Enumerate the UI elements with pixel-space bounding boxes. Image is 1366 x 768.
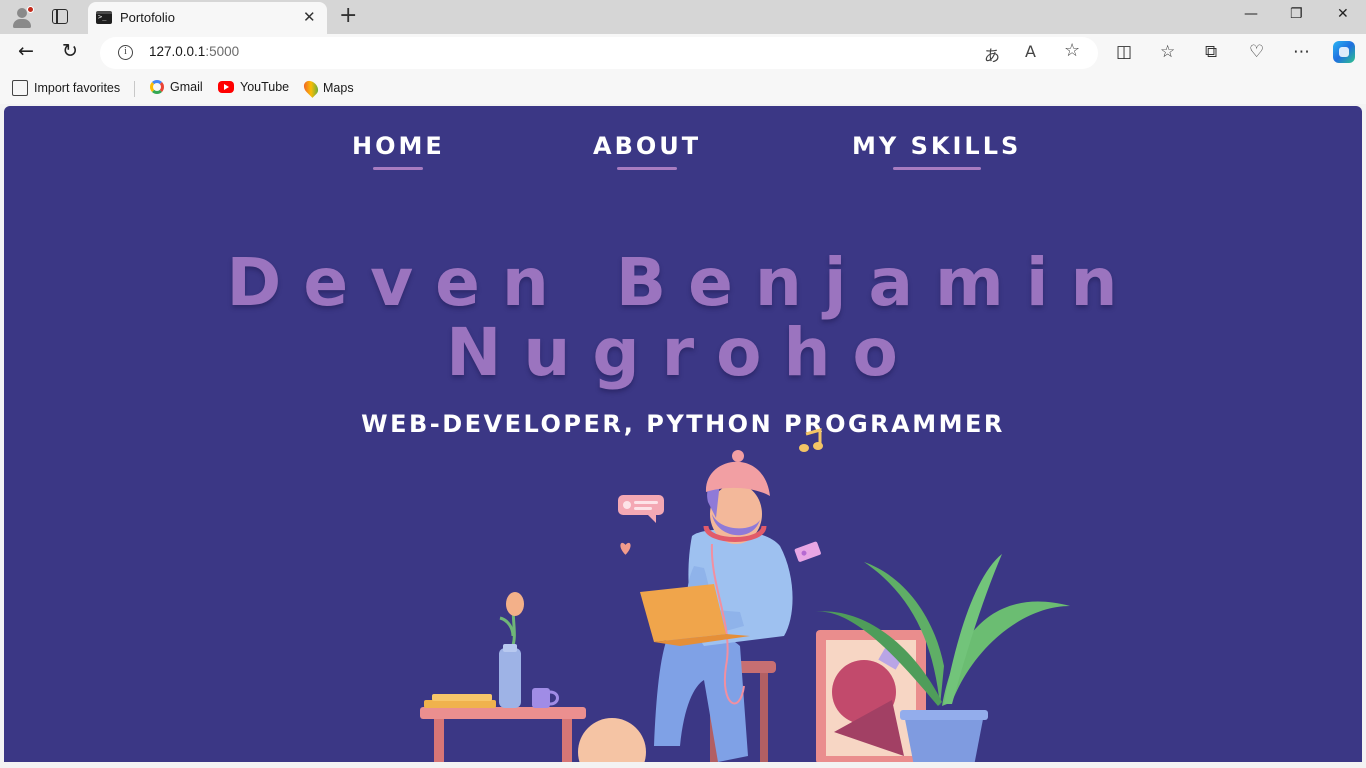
- ticket-icon: [794, 541, 821, 562]
- tab-actions-icon[interactable]: [52, 9, 68, 24]
- site-info-icon[interactable]: i: [118, 45, 133, 60]
- import-icon: [12, 80, 28, 96]
- favorite-gmail[interactable]: Gmail: [150, 80, 203, 94]
- developer-illustration: [420, 428, 1070, 762]
- favorites-divider: [134, 81, 135, 97]
- new-tab-icon[interactable]: +: [339, 3, 357, 28]
- favorites-icon[interactable]: ☆: [1160, 42, 1175, 62]
- google-icon: [150, 80, 164, 94]
- browser-essentials-icon[interactable]: ♡: [1249, 42, 1264, 62]
- maps-icon: [301, 78, 321, 98]
- more-menu-icon[interactable]: ⋯: [1293, 42, 1310, 62]
- flower-vase: [499, 592, 524, 708]
- url-text[interactable]: 127.0.0.1:5000: [149, 44, 239, 59]
- favorite-maps[interactable]: Maps: [301, 78, 354, 98]
- collections-icon[interactable]: ⧉: [1205, 42, 1217, 62]
- favorite-import[interactable]: Import favorites: [12, 80, 120, 96]
- browser-toolbar: ← ↻ i 127.0.0.1:5000 あ A ☆ ◫ ☆ ⧉ ♡ ⋯: [0, 34, 1366, 72]
- heart-icon: [620, 542, 631, 555]
- tab-portfolio[interactable]: Portofolio ✕: [88, 2, 327, 34]
- address-bar[interactable]: i 127.0.0.1:5000 あ A ☆: [100, 37, 1098, 69]
- favorite-youtube[interactable]: YouTube: [218, 80, 289, 94]
- back-icon[interactable]: ←: [18, 40, 34, 62]
- profile-avatar-icon[interactable]: [10, 6, 34, 28]
- youtube-icon: [218, 81, 234, 93]
- restore-icon[interactable]: ❐: [1290, 6, 1303, 22]
- music-note-icon: [799, 428, 823, 452]
- tab-title: Portofolio: [120, 10, 175, 25]
- tab-strip: Portofolio ✕ + — ❐ ✕: [0, 0, 1366, 34]
- mug: [532, 688, 559, 708]
- page-viewport: HOME ABOUT MY SKILLS Deven Benjamin Nugr…: [4, 106, 1362, 762]
- translate-icon[interactable]: あ: [984, 42, 1000, 66]
- favorite-star-icon[interactable]: ☆: [1064, 40, 1080, 61]
- minimize-icon[interactable]: —: [1244, 6, 1258, 22]
- terminal-favicon-icon: [96, 11, 112, 24]
- read-aloud-icon[interactable]: A: [1025, 42, 1036, 61]
- chat-bubble-icon: [618, 495, 664, 523]
- favorites-bar: Import favorites Gmail YouTube Maps: [0, 72, 1366, 104]
- window-bottom-edge: [0, 762, 1366, 768]
- split-screen-icon[interactable]: ◫: [1116, 42, 1132, 62]
- floor-ball: [578, 718, 646, 762]
- refresh-icon[interactable]: ↻: [62, 40, 78, 62]
- window-close-icon[interactable]: ✕: [1337, 6, 1349, 22]
- developer-character: [640, 450, 793, 762]
- close-tab-icon[interactable]: ✕: [303, 8, 316, 26]
- copilot-icon[interactable]: [1333, 41, 1355, 63]
